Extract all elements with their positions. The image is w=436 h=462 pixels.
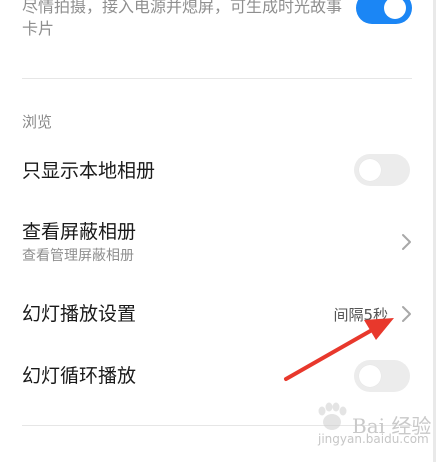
local-albums-only-label: 只显示本地相册 [22, 160, 156, 182]
toggle-knob [384, 0, 406, 19]
section-title-browse: 浏览 [22, 113, 53, 131]
story-card-description-line1: 尽情拍摄，接入电源并熄屏，可生成时光故事 [22, 0, 343, 16]
hidden-albums-label: 查看屏蔽相册 [22, 221, 137, 243]
slideshow-settings-label: 幻灯播放设置 [22, 303, 137, 325]
chevron-right-icon [402, 306, 411, 322]
story-card-description-line2: 卡片 [22, 19, 55, 38]
settings-screen: 尽情拍摄，接入电源并熄屏，可生成时光故事 卡片 浏览 只显示本地相册 查看屏蔽相… [0, 0, 436, 462]
local-albums-only-toggle[interactable] [354, 154, 410, 186]
watermark-url: jingyan.baidu.com [318, 432, 429, 446]
toggle-knob [359, 365, 381, 387]
chevron-right-icon [402, 234, 411, 250]
divider [22, 78, 412, 79]
hidden-albums-subtitle: 查看管理屏蔽相册 [22, 248, 134, 264]
slideshow-interval-value: 间隔5秒 [333, 306, 388, 324]
toggle-knob [359, 159, 381, 181]
story-card-toggle[interactable] [356, 0, 412, 24]
slideshow-loop-label: 幻灯循环播放 [22, 365, 137, 387]
slideshow-loop-toggle[interactable] [354, 360, 410, 392]
